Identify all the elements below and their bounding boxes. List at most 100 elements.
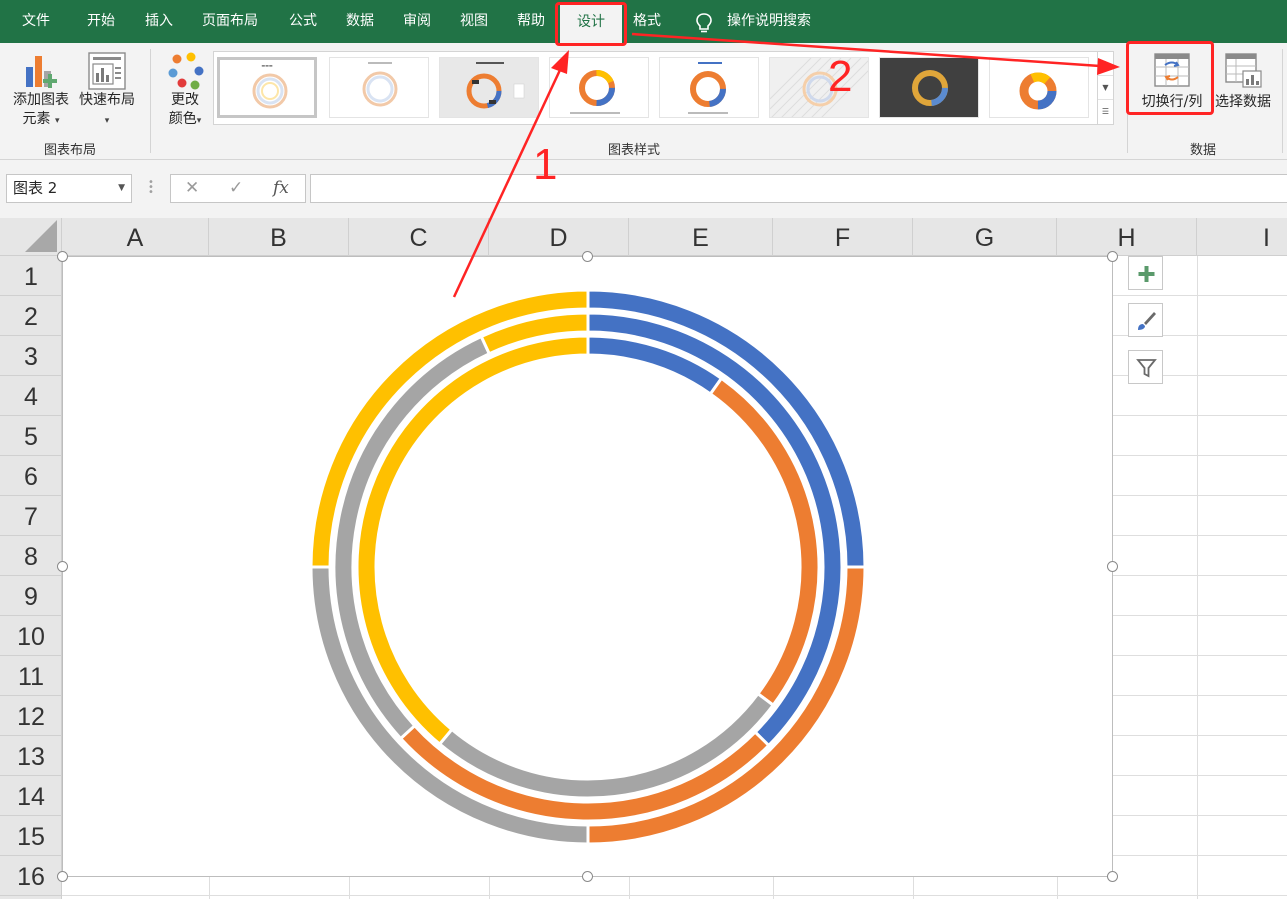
doughnut-slice-middle-3[interactable] [332, 334, 492, 741]
tab-view[interactable]: 视图 [460, 0, 488, 43]
row-header-4[interactable]: 4 [0, 376, 62, 416]
add-chart-element-label-2: 元素 [22, 111, 51, 127]
doughnut-slice-inner-2[interactable] [708, 376, 821, 708]
group-separator [150, 49, 151, 153]
column-header-d[interactable]: D [489, 218, 629, 256]
column-header-f[interactable]: F [773, 218, 913, 256]
chart-style-3[interactable] [439, 57, 539, 118]
highlight-box-design-tab [555, 2, 627, 46]
add-chart-element-label-1: 添加图表 [13, 92, 69, 108]
column-header-e[interactable]: E [629, 218, 773, 256]
gallery-scroll[interactable]: ▲ ▼ ☰ [1097, 51, 1114, 125]
row-header-13[interactable]: 13 [0, 736, 62, 776]
ribbon: 添加图表 元素 ▾ 快速布局 ▾ 图表布局 更改 颜色▾ ▬▬▬ ▲ ▼ ☰ 图… [0, 43, 1287, 160]
group-label-chart-layouts: 图表布局 [44, 143, 97, 158]
tab-data[interactable]: 数据 [346, 0, 374, 43]
chevron-down-icon: ▾ [54, 116, 60, 126]
row-headers: 1 2 3 4 5 6 7 8 9 10 11 12 13 14 15 16 [0, 256, 62, 899]
select-all-corner[interactable] [0, 218, 62, 256]
column-header-i[interactable]: I [1197, 218, 1287, 256]
tab-page-layout[interactable]: 页面布局 [202, 0, 258, 43]
tab-formulas[interactable]: 公式 [289, 0, 317, 43]
name-box[interactable]: 图表 2 ▼ [6, 174, 132, 203]
formula-bar: 图表 2 ▼ • • • ✕ ✓ fx [0, 160, 1287, 218]
chart-style-4[interactable] [549, 57, 649, 118]
quick-layout-button[interactable]: 快速布局 ▾ [76, 49, 138, 135]
excel-window: 文件 开始 插入 页面布局 公式 数据 审阅 视图 帮助 设计 格式 操作说明搜… [0, 0, 1287, 899]
chevron-down-icon: ▾ [196, 116, 202, 126]
resize-handle-bottom-right[interactable] [1107, 871, 1118, 882]
add-chart-element-button[interactable]: 添加图表 元素 ▾ [8, 49, 74, 135]
highlight-box-switch-row-column [1126, 41, 1214, 115]
tell-me-search[interactable]: 操作说明搜索 [727, 0, 811, 43]
row-header-15[interactable]: 15 [0, 816, 62, 856]
chart-style-2[interactable] [329, 57, 429, 118]
chart-styles-button[interactable] [1128, 303, 1163, 337]
resize-handle-left[interactable] [57, 561, 68, 572]
chart-style-7[interactable] [879, 57, 979, 118]
chart-style-6[interactable] [769, 57, 869, 118]
row-header-6[interactable]: 6 [0, 456, 62, 496]
row-header-12[interactable]: 12 [0, 696, 62, 736]
doughnut-thumbnail-icon [770, 58, 868, 117]
chart-style-5[interactable] [659, 57, 759, 118]
chart-elements-button[interactable] [1128, 256, 1163, 290]
resize-handle-top[interactable] [582, 251, 593, 262]
doughnut-thumbnail-icon [1019, 72, 1057, 110]
doughnut-chart-plot[interactable] [63, 257, 1114, 878]
row-header-11[interactable]: 11 [0, 656, 62, 696]
chevron-up-icon[interactable]: ▲ [1098, 52, 1113, 76]
row-header-2[interactable]: 2 [0, 296, 62, 336]
change-colors-label-1: 更改 [171, 92, 199, 108]
plus-icon [1138, 266, 1155, 282]
tab-insert[interactable]: 插入 [145, 0, 173, 43]
tab-review[interactable]: 审阅 [403, 0, 431, 43]
brush-icon [1138, 312, 1156, 330]
formula-input[interactable] [310, 174, 1287, 203]
resize-handle-bottom-left[interactable] [57, 871, 68, 882]
change-colors-button[interactable]: 更改 颜色▾ [160, 49, 210, 135]
select-data-button[interactable]: 选择数据 [1211, 49, 1275, 113]
row-header-8[interactable]: 8 [0, 536, 62, 576]
menu-bar: 文件 开始 插入 页面布局 公式 数据 审阅 视图 帮助 设计 格式 操作说明搜… [0, 0, 1287, 43]
tab-format[interactable]: 格式 [633, 0, 661, 43]
row-header-5[interactable]: 5 [0, 416, 62, 456]
tab-help[interactable]: 帮助 [517, 0, 545, 43]
chevron-down-icon[interactable]: ▼ [118, 175, 125, 202]
column-header-a[interactable]: A [62, 218, 209, 256]
resize-handle-top-right[interactable] [1107, 251, 1118, 262]
chart-style-1[interactable]: ▬▬▬ [217, 57, 317, 118]
resize-handle-bottom[interactable] [582, 871, 593, 882]
cancel-icon[interactable]: ✕ [185, 178, 199, 198]
doughnut-chart[interactable] [62, 256, 1113, 877]
column-header-h[interactable]: H [1057, 218, 1197, 256]
chart-style-8[interactable] [989, 57, 1089, 118]
row-header-14[interactable]: 14 [0, 776, 62, 816]
chart-filters-button[interactable] [1128, 350, 1163, 384]
column-header-g[interactable]: G [913, 218, 1057, 256]
column-header-b[interactable]: B [209, 218, 349, 256]
tab-home[interactable]: 开始 [87, 0, 115, 43]
add-chart-element-icon [26, 56, 57, 88]
select-data-label: 选择数据 [1215, 94, 1271, 110]
chevron-down-icon[interactable]: ▼ [1098, 76, 1113, 100]
column-headers: A B C D E F G H I [0, 218, 1287, 256]
resize-handle-right[interactable] [1107, 561, 1118, 572]
row-header-1[interactable]: 1 [0, 256, 62, 296]
row-header-10[interactable]: 10 [0, 616, 62, 656]
gallery-more-icon[interactable]: ☰ [1098, 100, 1113, 124]
group-separator [1282, 49, 1283, 153]
formula-controls: ✕ ✓ fx [170, 174, 306, 203]
row-header-3[interactable]: 3 [0, 336, 62, 376]
annotation-step-2: 2 [828, 52, 853, 101]
resize-handle-top-left[interactable] [57, 251, 68, 262]
enter-icon[interactable]: ✓ [229, 178, 243, 198]
insert-function-icon[interactable]: fx [273, 178, 289, 198]
drag-handle-icon[interactable]: • • • [148, 178, 154, 198]
tab-file[interactable]: 文件 [22, 0, 50, 43]
doughnut-thumbnail-icon [688, 62, 728, 114]
row-header-9[interactable]: 9 [0, 576, 62, 616]
row-header-7[interactable]: 7 [0, 496, 62, 536]
row-header-16[interactable]: 16 [0, 856, 62, 896]
column-header-c[interactable]: C [349, 218, 489, 256]
